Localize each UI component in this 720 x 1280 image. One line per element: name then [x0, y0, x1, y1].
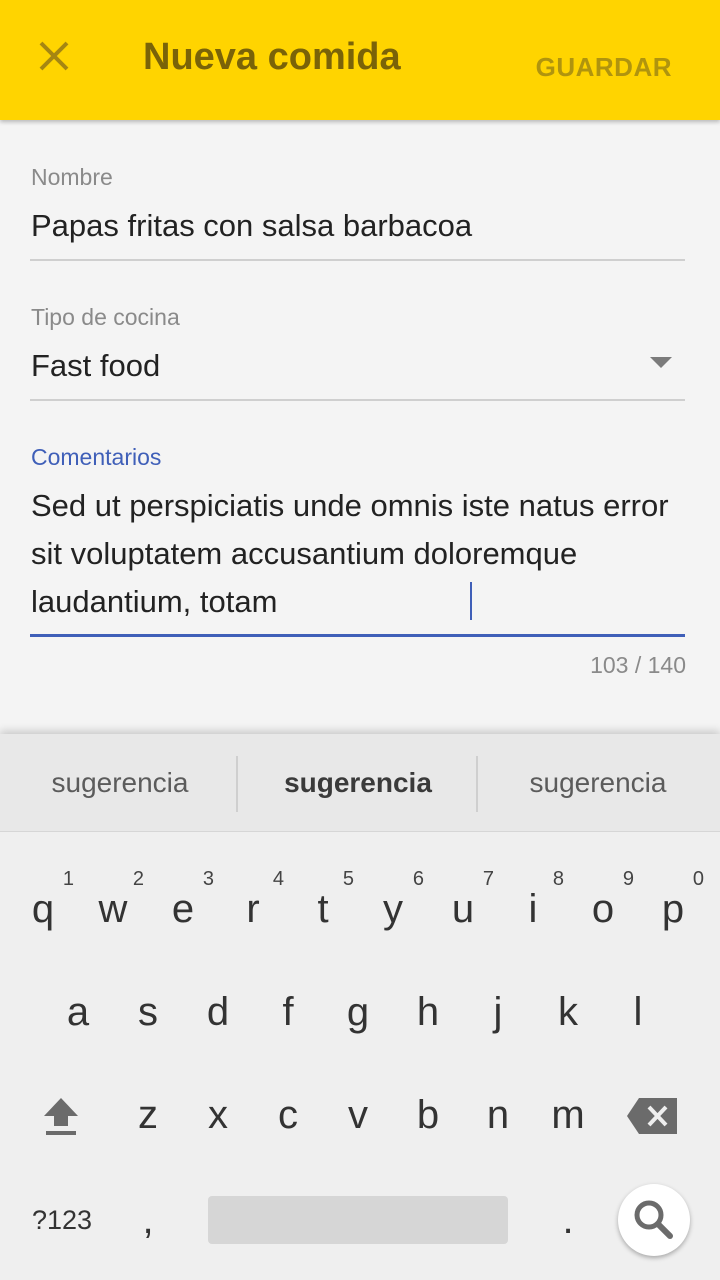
key-label: ?123 [31, 1205, 93, 1235]
cuisine-label: Tipo de cocina [31, 304, 180, 330]
key-label: h [416, 990, 440, 1034]
key-number: 6 [412, 868, 424, 890]
suggestion-center[interactable]: sugerencia [238, 734, 478, 832]
key-c[interactable]: c [253, 1070, 323, 1160]
key-b[interactable]: b [393, 1070, 463, 1160]
key-label: . [562, 1198, 574, 1242]
key-e[interactable]: e3 [148, 864, 218, 954]
meal-form: Nombre Papas fritas con salsa barbacoa T… [0, 120, 720, 734]
key-k[interactable]: k [533, 967, 603, 1057]
space-key[interactable] [208, 1196, 508, 1244]
shift-icon[interactable] [26, 1070, 96, 1160]
cuisine-underline [30, 399, 685, 401]
key-label: m [551, 1093, 585, 1137]
key-number: 9 [622, 868, 634, 890]
character-counter: 103 / 140 [590, 652, 686, 678]
backspace-icon[interactable] [620, 1070, 684, 1160]
name-label: Nombre [31, 164, 113, 190]
key-label: j [493, 990, 503, 1034]
key-n[interactable]: n [463, 1070, 533, 1160]
key-y[interactable]: y6 [358, 864, 428, 954]
key-l[interactable]: l [603, 967, 673, 1057]
key-label: c [278, 1093, 298, 1137]
soft-keyboard: sugerencia sugerencia sugerencia q1 w2 e… [0, 734, 720, 1280]
key-d[interactable]: d [183, 967, 253, 1057]
key-i[interactable]: i8 [498, 864, 568, 954]
key-label: d [206, 990, 230, 1034]
suggestion-bar: sugerencia sugerencia sugerencia [0, 734, 720, 832]
page-title: Nueva comida [143, 36, 401, 78]
key-label: l [633, 990, 643, 1034]
key-x[interactable]: x [183, 1070, 253, 1160]
comments-underline [30, 634, 685, 637]
key-p[interactable]: p0 [638, 864, 708, 954]
name-field[interactable]: Papas fritas con salsa barbacoa [31, 208, 472, 244]
key-s[interactable]: s [113, 967, 183, 1057]
key-v[interactable]: v [323, 1070, 393, 1160]
close-icon[interactable] [36, 38, 72, 74]
key-comma[interactable]: , [113, 1175, 183, 1265]
key-number: 4 [272, 868, 284, 890]
comments-field[interactable]: Sed ut perspiciatis unde omnis iste natu… [31, 482, 691, 626]
key-number: 1 [62, 868, 74, 890]
key-label: v [348, 1093, 368, 1137]
key-label: z [138, 1093, 158, 1137]
key-number: 7 [482, 868, 494, 890]
key-number: 8 [552, 868, 564, 890]
key-label: , [142, 1198, 154, 1242]
key-label: g [346, 990, 370, 1034]
key-label: s [138, 990, 158, 1034]
key-label: n [486, 1093, 510, 1137]
key-g[interactable]: g [323, 967, 393, 1057]
cuisine-select[interactable]: Fast food [31, 348, 160, 384]
key-h[interactable]: h [393, 967, 463, 1057]
key-o[interactable]: o9 [568, 864, 638, 954]
key-f[interactable]: f [253, 967, 323, 1057]
comments-label: Comentarios [31, 444, 162, 470]
suggestion-left[interactable]: sugerencia [0, 734, 240, 832]
key-label: a [66, 990, 90, 1034]
suggestion-right[interactable]: sugerencia [478, 734, 718, 832]
key-u[interactable]: u7 [428, 864, 498, 954]
key-number: 2 [132, 868, 144, 890]
name-underline [30, 259, 685, 261]
key-j[interactable]: j [463, 967, 533, 1057]
app-bar: Nueva comida GUARDAR [0, 0, 720, 120]
key-m[interactable]: m [533, 1070, 603, 1160]
key-w[interactable]: w2 [78, 864, 148, 954]
key-label: f [282, 990, 294, 1034]
key-z[interactable]: z [113, 1070, 183, 1160]
key-a[interactable]: a [43, 967, 113, 1057]
key-label: b [416, 1093, 440, 1137]
key-period[interactable]: . [533, 1175, 603, 1265]
key-number: 3 [202, 868, 214, 890]
key-number: 0 [692, 868, 704, 890]
key-number: 5 [342, 868, 354, 890]
search-icon[interactable] [618, 1184, 690, 1256]
key-q[interactable]: q1 [8, 864, 78, 954]
text-cursor [470, 582, 472, 620]
symbols-key[interactable]: ?123 [20, 1175, 104, 1265]
key-label: x [208, 1093, 228, 1137]
key-t[interactable]: t5 [288, 864, 358, 954]
key-label: k [558, 990, 578, 1034]
save-button[interactable]: GUARDAR [536, 52, 672, 83]
dropdown-arrow-icon[interactable] [650, 357, 672, 368]
key-r[interactable]: r4 [218, 864, 288, 954]
